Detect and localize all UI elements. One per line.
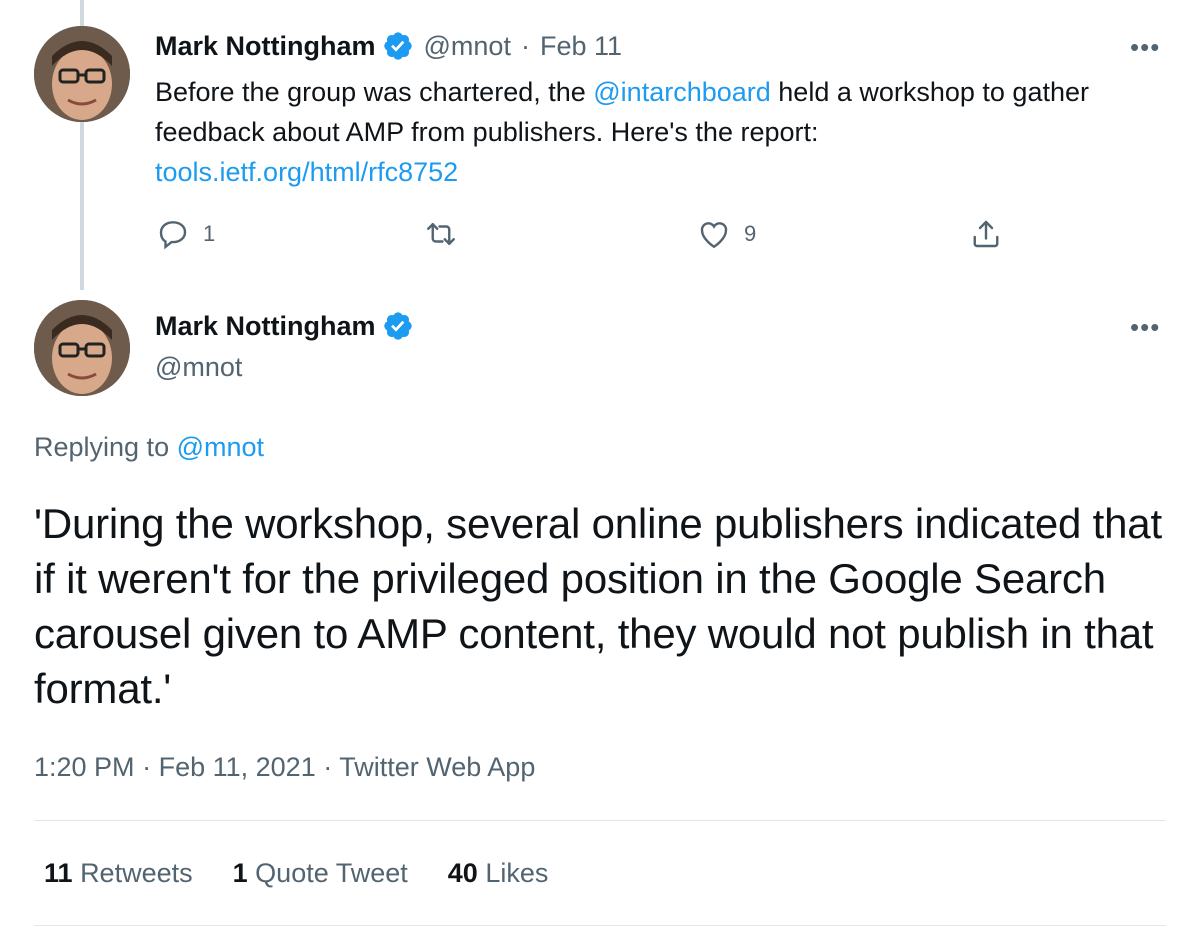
tweet-time[interactable]: 1:20 PM: [34, 752, 135, 782]
tweet-text: Before the group was chartered, the @int…: [155, 72, 1165, 192]
like-button[interactable]: 9: [696, 216, 756, 252]
likes-label: Likes: [485, 858, 549, 888]
tweet-header: Mark Nottingham @mnot · Feb 11: [155, 30, 622, 62]
reply-icon: [159, 221, 187, 250]
author-handle[interactable]: @mnot: [155, 352, 242, 383]
meta-separator: ·: [323, 752, 333, 782]
retweets-label: Retweets: [80, 858, 193, 888]
like-count: 9: [744, 221, 757, 246]
avatar[interactable]: [34, 26, 130, 122]
replying-label: Replying to: [34, 432, 177, 462]
divider: [34, 820, 1166, 821]
tweet-meta: 1:20 PM · Feb 11, 2021 · Twitter Web App: [34, 752, 535, 783]
tweet-text-part: Before the group was chartered, the: [155, 77, 594, 107]
tweet-source[interactable]: Twitter Web App: [339, 752, 535, 782]
replying-handle-link[interactable]: @mnot: [177, 432, 264, 462]
engagement-stats: 11 Retweets 1 Quote Tweet 40 Likes: [44, 858, 588, 889]
likes-count: 40: [447, 858, 478, 888]
quote-tweets-stat[interactable]: 1 Quote Tweet: [233, 858, 408, 889]
verified-badge-icon: [383, 312, 412, 340]
retweet-button[interactable]: [423, 216, 459, 252]
replying-to: Replying to @mnot: [34, 432, 264, 463]
more-icon[interactable]: •••: [1130, 32, 1160, 63]
author-handle[interactable]: @mnot: [424, 31, 511, 62]
like-icon: [700, 222, 728, 249]
author-name[interactable]: Mark Nottingham: [155, 311, 376, 342]
quotes-count: 1: [232, 858, 248, 888]
share-button[interactable]: [968, 216, 1004, 252]
retweets-count: 11: [44, 858, 73, 888]
avatar[interactable]: [34, 300, 130, 396]
verified-badge-icon: [383, 32, 412, 60]
tweet-header: Mark Nottingham: [155, 310, 414, 342]
likes-stat[interactable]: 40 Likes: [448, 858, 549, 889]
meta-separator: ·: [142, 752, 152, 782]
tweet-full-date[interactable]: Feb 11, 2021: [159, 752, 316, 782]
reply-button[interactable]: 1: [155, 216, 215, 252]
divider: [34, 925, 1166, 926]
more-icon[interactable]: •••: [1130, 312, 1160, 343]
tweet-text: 'During the workshop, several online pub…: [34, 500, 1162, 712]
url-link[interactable]: tools.ietf.org/html/rfc8752: [155, 157, 458, 187]
tweet-date[interactable]: Feb 11: [540, 31, 622, 62]
mention-link[interactable]: @intarchboard: [593, 77, 771, 107]
header-separator: ·: [520, 30, 530, 61]
author-name[interactable]: Mark Nottingham: [155, 31, 376, 62]
retweet-icon: [427, 223, 455, 245]
retweets-stat[interactable]: 11 Retweets: [44, 858, 193, 889]
reply-count: 1: [203, 221, 216, 246]
share-icon: [973, 220, 999, 248]
quotes-label: Quote Tweet: [255, 858, 408, 888]
